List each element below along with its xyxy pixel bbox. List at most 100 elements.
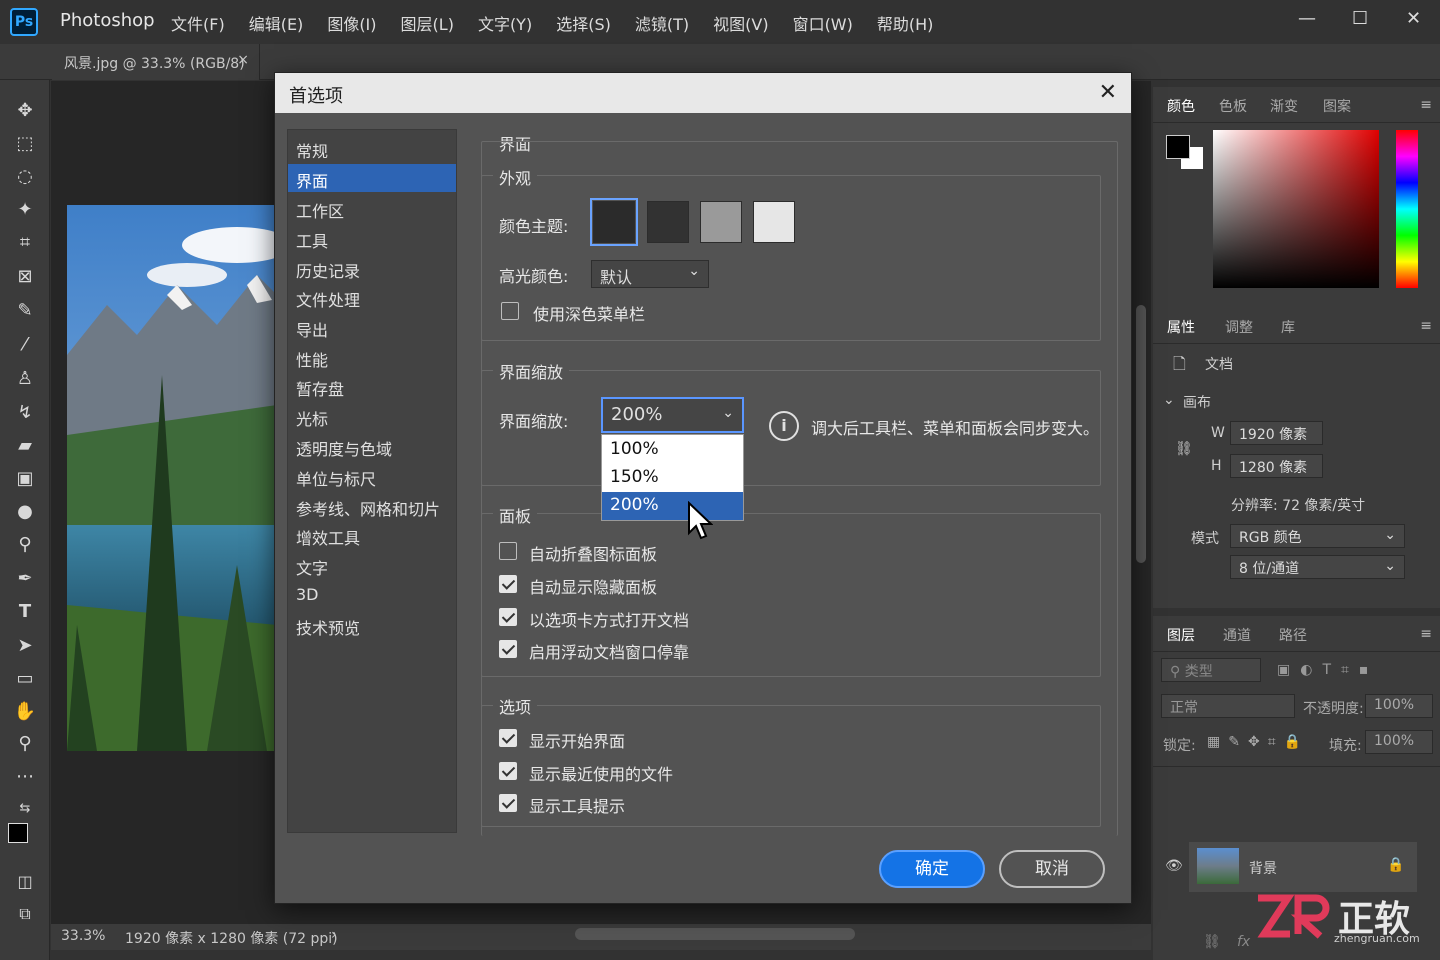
theme-swatch-light[interactable] [753, 201, 795, 243]
status-chevron-icon[interactable]: › [331, 927, 337, 943]
close-tab-icon[interactable]: × [237, 52, 249, 68]
crop-tool-icon[interactable]: ⌗ [12, 230, 38, 256]
eraser-tool-icon[interactable]: ▰ [12, 433, 38, 459]
pen-tool-icon[interactable]: ✒ [12, 566, 38, 592]
bit-depth-select[interactable]: 8 位/通道 ⌄ [1230, 555, 1405, 579]
auto-show-checkbox[interactable] [499, 575, 517, 593]
scaling-select[interactable]: 200% ⌄ [601, 397, 744, 433]
path-select-icon[interactable]: ➤ [12, 633, 38, 659]
gradient-tool-icon[interactable]: ▣ [12, 466, 38, 492]
rectangle-tool-icon[interactable]: ▭ [12, 666, 38, 692]
menu-help[interactable]: 帮助(H) [877, 11, 934, 35]
document-tab[interactable]: 风景.jpg @ 33.3% (RGB/8) × [52, 44, 260, 80]
scaling-option-100[interactable]: 100% [602, 436, 743, 464]
menu-select[interactable]: 选择(S) [556, 11, 611, 35]
tab-gradients[interactable]: 渐变 [1270, 96, 1298, 116]
start-screen-checkbox[interactable] [499, 729, 517, 747]
nav-units[interactable]: 单位与标尺 [288, 462, 456, 490]
fill-field[interactable]: 100% [1365, 730, 1433, 754]
stamp-tool-icon[interactable]: ♙ [12, 366, 38, 392]
history-brush-icon[interactable]: ↯ [12, 400, 38, 426]
ok-button[interactable]: 确定 [879, 850, 985, 888]
fg-swatch[interactable] [1166, 135, 1190, 159]
nav-export[interactable]: 导出 [288, 313, 456, 341]
more-tools-icon[interactable]: ⋯ [12, 764, 38, 790]
swap-colors-icon[interactable]: ⇆ [12, 796, 38, 822]
scaling-option-200[interactable]: 200% [602, 492, 743, 520]
menu-window[interactable]: 窗口(W) [793, 11, 853, 35]
quick-mask-icon[interactable]: ◫ [12, 869, 38, 895]
menu-filter[interactable]: 滤镜(T) [635, 11, 689, 35]
tab-swatches[interactable]: 色板 [1219, 96, 1247, 116]
auto-collapse-checkbox[interactable] [499, 542, 517, 560]
tab-libraries[interactable]: 库 [1281, 317, 1295, 337]
lock-icon[interactable]: 🔒 [1387, 857, 1404, 873]
nav-plugins[interactable]: 增效工具 [288, 521, 456, 549]
layer-row[interactable]: 背景 🔒 [1189, 842, 1417, 892]
screen-mode-icon[interactable]: ⧉ [12, 901, 38, 927]
layer-filter-select[interactable]: ⚲ 类型 [1161, 658, 1261, 682]
zoom-readout[interactable]: 33.3% [61, 928, 105, 944]
lock-icons[interactable]: ▦✎✥⌗🔒 [1207, 734, 1309, 750]
lasso-tool-icon[interactable]: ◌ [12, 164, 38, 190]
nav-cursors[interactable]: 光标 [288, 402, 456, 430]
nav-interface[interactable]: 界面 [288, 164, 456, 192]
color-field[interactable] [1213, 130, 1379, 288]
nav-transparency[interactable]: 透明度与色域 [288, 432, 456, 460]
type-tool-icon[interactable]: T [12, 599, 38, 625]
nav-general[interactable]: 常规 [288, 134, 456, 162]
horizontal-scrollbar[interactable] [575, 928, 855, 940]
close-window-icon[interactable]: ✕ [1406, 8, 1421, 29]
zoom-tool-icon[interactable]: ⚲ [12, 731, 38, 757]
eye-visibility-icon[interactable]: 👁 [1165, 858, 1183, 874]
collapse-chevron-icon[interactable]: ⌄ [1163, 392, 1175, 408]
highlight-color-select[interactable]: 默认 ⌄ [591, 260, 709, 288]
nav-guides[interactable]: 参考线、网格和切片 [288, 492, 456, 520]
cancel-button[interactable]: 取消 [999, 850, 1105, 888]
nav-performance[interactable]: 性能 [288, 343, 456, 371]
scaling-option-150[interactable]: 150% [602, 464, 743, 492]
nav-type[interactable]: 文字 [288, 551, 456, 579]
panel-menu-icon[interactable]: ≡ [1420, 626, 1432, 642]
panel-menu-icon[interactable]: ≡ [1420, 97, 1432, 113]
layer-filter-icons[interactable]: ▣◐T⌗▪ [1277, 662, 1378, 678]
marquee-tool-icon[interactable]: ⬚ [12, 131, 38, 157]
fx-icon[interactable]: fx [1237, 934, 1250, 950]
menu-layer[interactable]: 图层(L) [401, 11, 454, 35]
nav-tech-preview[interactable]: 技术预览 [288, 611, 456, 639]
panel-menu-icon[interactable]: ≡ [1420, 318, 1432, 334]
eyedropper-icon[interactable]: ✎ [12, 298, 38, 324]
dark-menu-checkbox[interactable] [501, 302, 519, 320]
close-icon[interactable]: ✕ [1099, 80, 1117, 105]
tab-layers[interactable]: 图层 [1167, 625, 1195, 645]
blend-mode-select[interactable]: 正常 [1161, 694, 1295, 718]
nav-file-handling[interactable]: 文件处理 [288, 283, 456, 311]
nav-history[interactable]: 历史记录 [288, 254, 456, 282]
mode-select[interactable]: RGB 颜色 ⌄ [1230, 524, 1405, 548]
nav-3d[interactable]: 3D [288, 581, 456, 609]
nav-scratch-disks[interactable]: 暂存盘 [288, 372, 456, 400]
recent-files-checkbox[interactable] [499, 762, 517, 780]
theme-swatch-dark[interactable] [647, 201, 689, 243]
vertical-scrollbar[interactable] [1136, 305, 1146, 563]
width-field[interactable]: 1920 像素 [1230, 421, 1323, 445]
move-tool-icon[interactable]: ✥ [12, 98, 38, 124]
theme-swatch-medium[interactable] [700, 201, 742, 243]
floating-dock-checkbox[interactable] [499, 640, 517, 658]
brush-tool-icon[interactable]: ⁄ [12, 332, 38, 358]
tabbed-docs-checkbox[interactable] [499, 608, 517, 626]
minimize-icon[interactable]: — [1298, 8, 1316, 29]
hue-slider[interactable] [1396, 130, 1418, 288]
magic-wand-icon[interactable]: ✦ [12, 197, 38, 223]
dodge-tool-icon[interactable]: ⚲ [12, 532, 38, 558]
link-layers-icon[interactable]: ⛓ [1203, 934, 1221, 950]
tab-adjustments[interactable]: 调整 [1225, 317, 1253, 337]
menu-image[interactable]: 图像(I) [327, 11, 376, 35]
menu-view[interactable]: 视图(V) [713, 11, 768, 35]
menu-file[interactable]: 文件(F) [171, 11, 225, 35]
foreground-color-swatch[interactable] [8, 823, 28, 843]
tab-patterns[interactable]: 图案 [1323, 96, 1351, 116]
hand-tool-icon[interactable]: ✋ [12, 699, 38, 725]
menu-type[interactable]: 文字(Y) [478, 11, 532, 35]
menu-edit[interactable]: 编辑(E) [249, 11, 304, 35]
